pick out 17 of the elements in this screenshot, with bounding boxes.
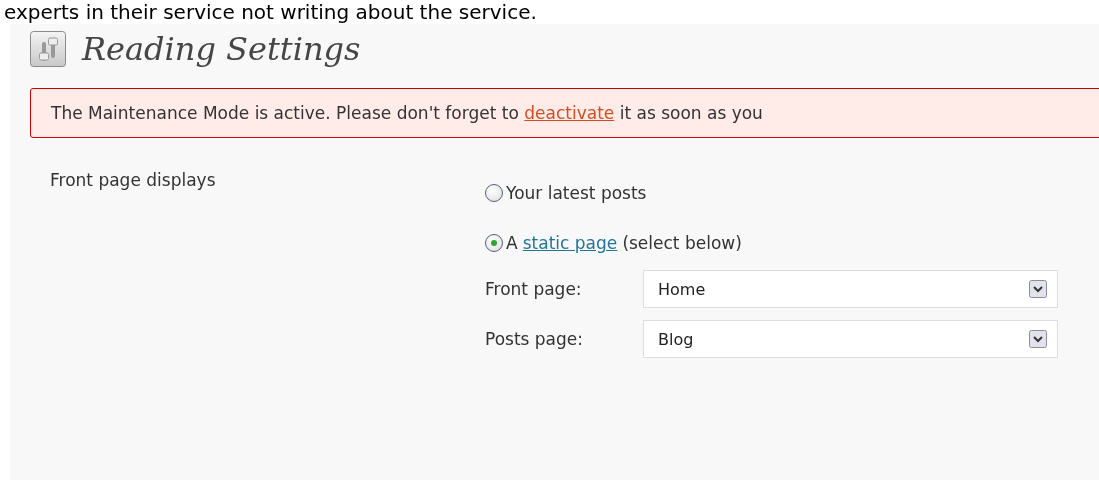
radio-button[interactable] — [485, 234, 503, 252]
caption-text: experts in their service not writing about the service. — [3, 0, 538, 24]
page-dropdown[interactable]: Home — [643, 270, 1058, 308]
select-label: Front page: — [485, 279, 583, 299]
select-label: Posts page: — [485, 329, 584, 349]
notice-text: The Maintenance Mode is active. Please don't forget to deactivate it as soon as you — [51, 103, 763, 123]
caret-icon[interactable] — [1029, 280, 1047, 298]
option-label[interactable]: A static page (select below) — [506, 233, 742, 253]
page-dropdown[interactable]: Blog — [643, 320, 1058, 358]
page-title: Reading Settings — [82, 30, 361, 68]
option-label[interactable]: Your latest posts — [506, 183, 647, 203]
sliders-icon — [30, 31, 66, 67]
deactivate-link[interactable]: deactivate — [524, 103, 615, 123]
static-page-link[interactable]: static page — [522, 233, 618, 253]
field-label: Front page displays — [50, 169, 217, 192]
radio-button[interactable] — [485, 184, 503, 202]
caret-icon[interactable] — [1029, 330, 1047, 348]
